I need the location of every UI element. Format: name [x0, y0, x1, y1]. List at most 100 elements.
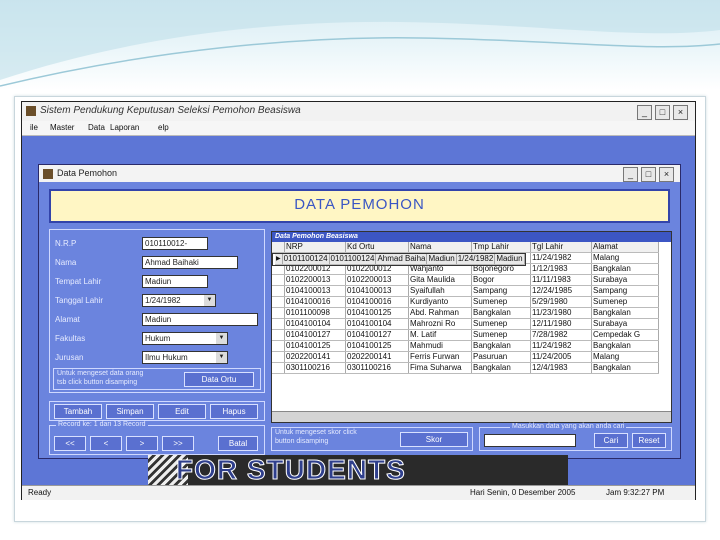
child-titlebar[interactable]: Data Pemohon _ □ ×	[39, 165, 680, 182]
table-cell[interactable]: Surabaya	[591, 274, 659, 286]
table-cell[interactable]: Bangkalan	[591, 263, 659, 275]
first-record-button[interactable]: <<	[54, 436, 86, 451]
table-cell[interactable]: 0104100016	[284, 296, 346, 308]
column-header[interactable]: Tmp Lahir	[471, 242, 531, 253]
horizontal-scrollbar[interactable]	[272, 411, 671, 422]
table-cell[interactable]: Syaifullah	[408, 285, 472, 297]
pemohon-grid[interactable]: Data Pemohon Beasiswa NRP Kd Ortu Nama T…	[271, 231, 672, 423]
table-cell[interactable]: 12/4/1983	[530, 362, 592, 374]
table-cell[interactable]: Madiun	[426, 254, 457, 265]
tanggal-lahir-picker[interactable]: 1/24/1982 ▼	[142, 294, 216, 307]
table-cell[interactable]: Sumenep	[471, 296, 531, 308]
table-cell[interactable]: 7/28/1982	[530, 329, 592, 341]
table-row[interactable]: 0104100016 0104100016 Kurdiyanto Sumenep 5/2…	[272, 296, 659, 308]
row-selector[interactable]	[272, 274, 285, 286]
row-selector[interactable]	[272, 318, 285, 330]
child-maximize-button[interactable]: □	[641, 167, 656, 182]
search-input[interactable]	[484, 434, 576, 447]
table-row[interactable]: 0104100104 0104100104 Mahrozni Ro Sumenep 12…	[272, 318, 659, 330]
column-header[interactable]: Tgl Lahir	[530, 242, 592, 253]
table-cell[interactable]: 11/23/1980	[530, 307, 592, 319]
table-cell[interactable]: Malang	[591, 351, 659, 363]
table-cell[interactable]: Mahmudi	[408, 340, 472, 352]
close-button[interactable]: ×	[673, 105, 688, 120]
table-cell[interactable]: Mahrozni Ro	[408, 318, 472, 330]
table-cell[interactable]: 0104100013	[345, 285, 409, 297]
menu-help[interactable]: elp	[158, 123, 169, 132]
next-record-button[interactable]: >	[126, 436, 158, 451]
minimize-button[interactable]: _	[637, 105, 652, 120]
data-ortu-button[interactable]: Data Ortu	[184, 372, 254, 387]
table-cell[interactable]: Fima Suharwa	[408, 362, 472, 374]
last-record-button[interactable]: >>	[162, 436, 194, 451]
table-cell[interactable]: 11/24/1982	[530, 253, 592, 264]
table-row[interactable]: 0301100216 0301100216 Fima Suharwa Bangkala…	[272, 362, 659, 374]
fakultas-select[interactable]: Hukum ▼	[142, 332, 228, 345]
table-cell[interactable]: 0101100098	[284, 307, 346, 319]
menu-master[interactable]: Master	[50, 123, 74, 132]
table-cell[interactable]: 11/24/1982	[530, 340, 592, 352]
table-cell[interactable]: Gita Maulida	[408, 274, 472, 286]
menu-laporan[interactable]: Laporan	[110, 123, 139, 132]
table-cell[interactable]: Bangkalan	[471, 307, 531, 319]
row-selector[interactable]	[272, 351, 285, 363]
row-selector[interactable]	[272, 362, 285, 374]
reset-button[interactable]: Reset	[632, 433, 666, 448]
chevron-down-icon[interactable]: ▼	[204, 295, 215, 306]
table-cell[interactable]: Sumenep	[471, 329, 531, 341]
table-cell[interactable]: Sumenep	[591, 296, 659, 308]
table-cell[interactable]: 0101100124	[282, 254, 330, 265]
table-cell[interactable]: 0102200013	[284, 274, 346, 286]
table-cell[interactable]: 0104100125	[345, 340, 409, 352]
table-row[interactable]: 0104100127 0104100127 M. Latif Sumenep 7/28/…	[272, 329, 659, 341]
table-row[interactable]: 0104100013 0104100013 Syaifullah Sampang 12/…	[272, 285, 659, 297]
table-cell[interactable]: Surabaya	[591, 318, 659, 330]
table-cell[interactable]: Sampang	[591, 285, 659, 297]
table-cell[interactable]: 12/11/1980	[530, 318, 592, 330]
table-cell[interactable]: Cempedak G	[591, 329, 659, 341]
table-cell[interactable]: Abd. Rahman	[408, 307, 472, 319]
table-cell[interactable]: Ferris Furwan	[408, 351, 472, 363]
chevron-down-icon[interactable]: ▼	[216, 333, 227, 344]
alamat-input[interactable]: Madiun	[142, 313, 258, 326]
table-cell[interactable]: 11/11/1983	[530, 274, 592, 286]
jurusan-select[interactable]: Ilmu Hukum ▼	[142, 351, 228, 364]
menu-data[interactable]: Data	[88, 123, 105, 132]
prev-record-button[interactable]: <	[90, 436, 122, 451]
column-header[interactable]: Nama	[408, 242, 472, 253]
table-cell[interactable]: Madiun	[494, 254, 525, 265]
table-cell[interactable]: 0104100127	[345, 329, 409, 341]
table-cell[interactable]: 0104100016	[345, 296, 409, 308]
table-row[interactable]: 0202200141 0202200141 Ferris Furwan Pasurua…	[272, 351, 659, 363]
table-cell[interactable]: Bangkalan	[591, 362, 659, 374]
table-cell[interactable]: 0104100125	[284, 340, 346, 352]
table-cell[interactable]: Bogor	[471, 274, 531, 286]
chevron-down-icon[interactable]: ▼	[216, 352, 227, 363]
current-row-pointer-icon[interactable]: ▶	[275, 254, 283, 265]
table-cell[interactable]: 0101100124	[329, 254, 377, 265]
nama-input[interactable]: Ahmad Baihaki	[142, 256, 238, 269]
table-cell[interactable]: 1/24/1982	[456, 254, 496, 265]
row-selector[interactable]	[272, 285, 285, 297]
hapus-button[interactable]: Hapus	[210, 404, 258, 419]
table-cell[interactable]: Pasuruan	[471, 351, 531, 363]
column-header[interactable]: NRP	[284, 242, 346, 253]
table-cell[interactable]: 5/29/1980	[530, 296, 592, 308]
cari-button[interactable]: Cari	[594, 433, 628, 448]
child-minimize-button[interactable]: _	[623, 167, 638, 182]
table-cell[interactable]: Sampang	[471, 285, 531, 297]
table-cell[interactable]: 0102200013	[345, 274, 409, 286]
maximize-button[interactable]: □	[655, 105, 670, 120]
table-row[interactable]: 0101100098 0104100125 Abd. Rahman Bangkalan…	[272, 307, 659, 319]
table-cell[interactable]: 0202200141	[284, 351, 346, 363]
row-selector[interactable]	[272, 329, 285, 341]
table-cell[interactable]: 12/24/1985	[530, 285, 592, 297]
skor-button[interactable]: Skor	[400, 432, 468, 447]
child-close-button[interactable]: ×	[659, 167, 674, 182]
row-selector[interactable]	[272, 296, 285, 308]
table-cell[interactable]: M. Latif	[408, 329, 472, 341]
table-cell[interactable]: 0104100125	[345, 307, 409, 319]
edit-button[interactable]: Edit	[158, 404, 206, 419]
table-row[interactable]: 0102200013 0102200013 Gita Maulida Bogor 11/…	[272, 274, 659, 286]
table-row[interactable]: ▶ 0101100124 0101100124 Ahmad Baiha Madiun 1/…	[272, 253, 526, 266]
